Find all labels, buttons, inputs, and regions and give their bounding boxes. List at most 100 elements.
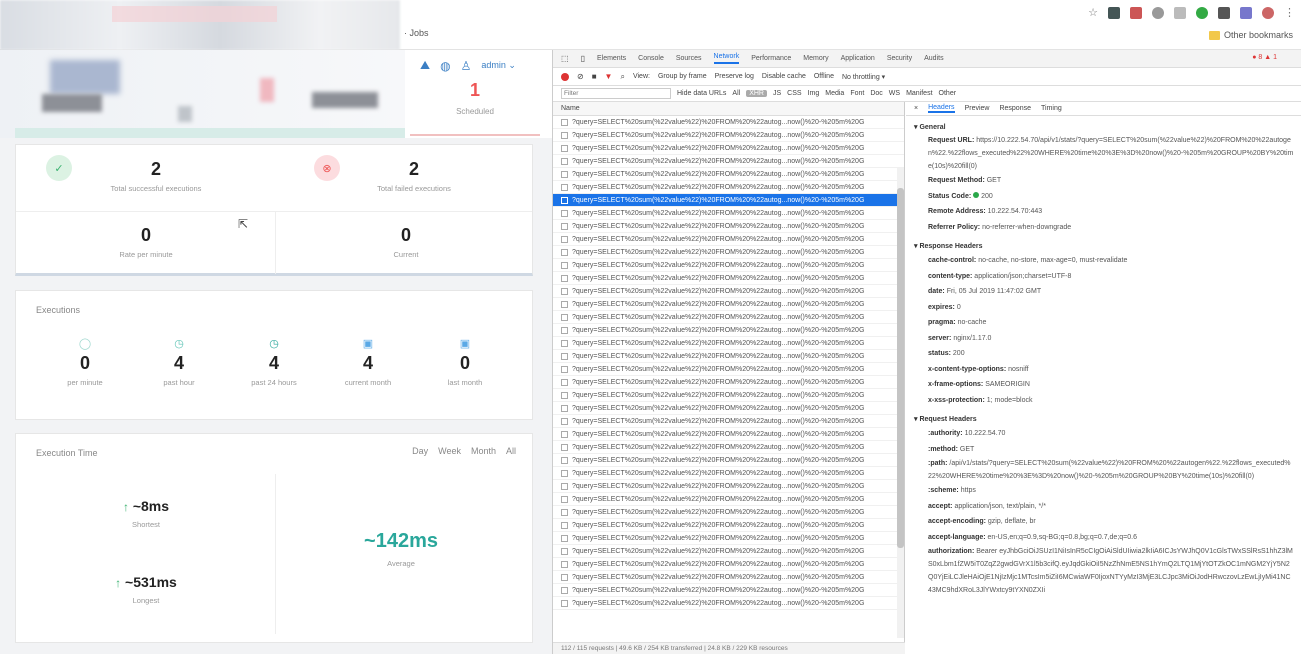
table-row[interactable]: ?query=SELECT%20sum(%22value%22)%20FROM%… [553, 441, 904, 454]
tab-preview[interactable]: Preview [965, 105, 990, 112]
table-row[interactable]: ?query=SELECT%20sum(%22value%22)%20FROM%… [553, 285, 904, 298]
extension-icon[interactable] [1174, 6, 1186, 19]
search-icon[interactable]: ⌕ [620, 72, 624, 82]
tab-application[interactable]: Application [841, 55, 875, 62]
user-icon[interactable]: ♙ [461, 59, 472, 73]
table-row[interactable]: ?query=SELECT%20sum(%22value%22)%20FROM%… [553, 467, 904, 480]
filter-ws[interactable]: WS [889, 90, 900, 97]
table-row[interactable]: ?query=SELECT%20sum(%22value%22)%20FROM%… [553, 272, 904, 285]
table-row[interactable]: ?query=SELECT%20sum(%22value%22)%20FROM%… [553, 428, 904, 441]
tab-all[interactable]: All [506, 446, 516, 456]
table-row[interactable]: ?query=SELECT%20sum(%22value%22)%20FROM%… [553, 324, 904, 337]
globe-icon[interactable]: ◍ [440, 59, 450, 73]
filter-all[interactable]: All [732, 90, 740, 97]
table-row[interactable]: ?query=SELECT%20sum(%22value%22)%20FROM%… [553, 142, 904, 155]
table-row[interactable]: ?query=SELECT%20sum(%22value%22)%20FROM%… [553, 454, 904, 467]
camera-icon[interactable]: ■ [592, 72, 597, 81]
table-row[interactable]: ?query=SELECT%20sum(%22value%22)%20FROM%… [553, 363, 904, 376]
filter-manifest[interactable]: Manifest [906, 90, 932, 97]
inspect-icon[interactable]: ⬚ [561, 54, 569, 63]
table-row[interactable]: ?query=SELECT%20sum(%22value%22)%20FROM%… [553, 350, 904, 363]
extension-icon[interactable] [1240, 6, 1252, 19]
filter-icon[interactable]: ▼ [605, 72, 613, 81]
filter-media[interactable]: Media [825, 90, 844, 97]
table-row[interactable]: ?query=SELECT%20sum(%22value%22)%20FROM%… [553, 376, 904, 389]
star-icon[interactable]: ☆ [1088, 6, 1098, 19]
filter-img[interactable]: Img [808, 90, 820, 97]
list-header[interactable]: Name [553, 102, 904, 116]
filter-doc[interactable]: Doc [870, 90, 882, 97]
tab-audits[interactable]: Audits [924, 55, 943, 62]
throttling-select[interactable]: No throttling ▾ [842, 73, 885, 81]
tab-console[interactable]: Console [638, 55, 664, 62]
table-row[interactable]: ?query=SELECT%20sum(%22value%22)%20FROM%… [553, 389, 904, 402]
table-row[interactable]: ?query=SELECT%20sum(%22value%22)%20FROM%… [553, 402, 904, 415]
table-row[interactable]: ?query=SELECT%20sum(%22value%22)%20FROM%… [553, 207, 904, 220]
group-by-frame-checkbox[interactable]: Group by frame [658, 73, 707, 80]
bookmarks-bar[interactable]: Other bookmarks [1208, 30, 1293, 40]
tab-month[interactable]: Month [471, 446, 496, 456]
table-row[interactable]: ?query=SELECT%20sum(%22value%22)%20FROM%… [553, 506, 904, 519]
response-headers-title[interactable]: ▾ Response Headers [914, 242, 1294, 250]
general-title[interactable]: ▾ General [914, 123, 1294, 131]
tab-day[interactable]: Day [412, 446, 428, 456]
error-count-badge[interactable]: ● 8 ▲ 1 [1252, 54, 1277, 61]
extension-icon[interactable] [1130, 6, 1142, 19]
extension-icon[interactable] [1196, 6, 1208, 19]
table-row[interactable]: ?query=SELECT%20sum(%22value%22)%20FROM%… [553, 519, 904, 532]
tab-sources[interactable]: Sources [676, 55, 702, 62]
table-row[interactable]: ?query=SELECT%20sum(%22value%22)%20FROM%… [553, 220, 904, 233]
table-row[interactable]: ?query=SELECT%20sum(%22value%22)%20FROM%… [553, 246, 904, 259]
table-row[interactable]: ?query=SELECT%20sum(%22value%22)%20FROM%… [553, 129, 904, 142]
table-row[interactable]: ?query=SELECT%20sum(%22value%22)%20FROM%… [553, 532, 904, 545]
tab-performance[interactable]: Performance [751, 55, 791, 62]
request-headers-title[interactable]: ▾ Request Headers [914, 415, 1294, 423]
tab-security[interactable]: Security [887, 55, 912, 62]
filter-other[interactable]: Other [939, 90, 957, 97]
tab-headers[interactable]: Headers [928, 104, 955, 113]
table-row[interactable]: ?query=SELECT%20sum(%22value%22)%20FROM%… [553, 415, 904, 428]
tab-memory[interactable]: Memory [803, 55, 828, 62]
table-row[interactable]: ?query=SELECT%20sum(%22value%22)%20FROM%… [553, 480, 904, 493]
offline-checkbox[interactable]: Offline [814, 73, 834, 80]
user-menu[interactable]: admin ⌄ [481, 60, 516, 71]
table-row[interactable]: ?query=SELECT%20sum(%22value%22)%20FROM%… [553, 259, 904, 272]
table-row[interactable]: ?query=SELECT%20sum(%22value%22)%20FROM%… [553, 181, 904, 194]
table-row[interactable]: ?query=SELECT%20sum(%22value%22)%20FROM%… [553, 558, 904, 571]
table-row[interactable]: ?query=SELECT%20sum(%22value%22)%20FROM%… [553, 597, 904, 610]
tab-elements[interactable]: Elements [597, 55, 626, 62]
table-row[interactable]: ?query=SELECT%20sum(%22value%22)%20FROM%… [553, 168, 904, 181]
table-row[interactable]: ?query=SELECT%20sum(%22value%22)%20FROM%… [553, 493, 904, 506]
hide-data-urls-checkbox[interactable]: Hide data URLs [677, 90, 726, 97]
tab-timing[interactable]: Timing [1041, 105, 1062, 112]
preserve-log-checkbox[interactable]: Preserve log [715, 73, 754, 80]
scroll-thumb[interactable] [897, 188, 904, 548]
close-icon[interactable]: × [914, 105, 918, 112]
disable-cache-checkbox[interactable]: Disable cache [762, 73, 806, 80]
device-icon[interactable]: ▯ [581, 54, 585, 63]
scrollbar[interactable] [897, 168, 904, 638]
table-row[interactable]: ?query=SELECT%20sum(%22value%22)%20FROM%… [553, 233, 904, 246]
filter-xhr[interactable]: XHR [746, 90, 767, 97]
filter-js[interactable]: JS [773, 90, 781, 97]
tab-network[interactable]: Network [713, 53, 740, 64]
extension-icon[interactable] [1152, 6, 1164, 19]
avatar[interactable] [1262, 6, 1274, 19]
menu-icon[interactable]: ⋮ [1284, 6, 1295, 19]
extension-icon[interactable] [1218, 6, 1230, 19]
filter-css[interactable]: CSS [787, 90, 801, 97]
record-icon[interactable] [561, 72, 569, 81]
filter-input[interactable] [561, 88, 671, 99]
table-row[interactable]: ?query=SELECT%20sum(%22value%22)%20FROM%… [553, 571, 904, 584]
chart-icon[interactable]: ⛰ [420, 58, 430, 73]
table-row[interactable]: ?query=SELECT%20sum(%22value%22)%20FROM%… [553, 194, 904, 207]
table-row[interactable]: ?query=SELECT%20sum(%22value%22)%20FROM%… [553, 545, 904, 558]
clear-icon[interactable]: ⊘ [577, 72, 584, 81]
table-row[interactable]: ?query=SELECT%20sum(%22value%22)%20FROM%… [553, 155, 904, 168]
tab-response[interactable]: Response [999, 105, 1031, 112]
table-row[interactable]: ?query=SELECT%20sum(%22value%22)%20FROM%… [553, 298, 904, 311]
filter-font[interactable]: Font [850, 90, 864, 97]
table-row[interactable]: ?query=SELECT%20sum(%22value%22)%20FROM%… [553, 116, 904, 129]
extension-icon[interactable] [1108, 6, 1120, 19]
tab-week[interactable]: Week [438, 446, 461, 456]
